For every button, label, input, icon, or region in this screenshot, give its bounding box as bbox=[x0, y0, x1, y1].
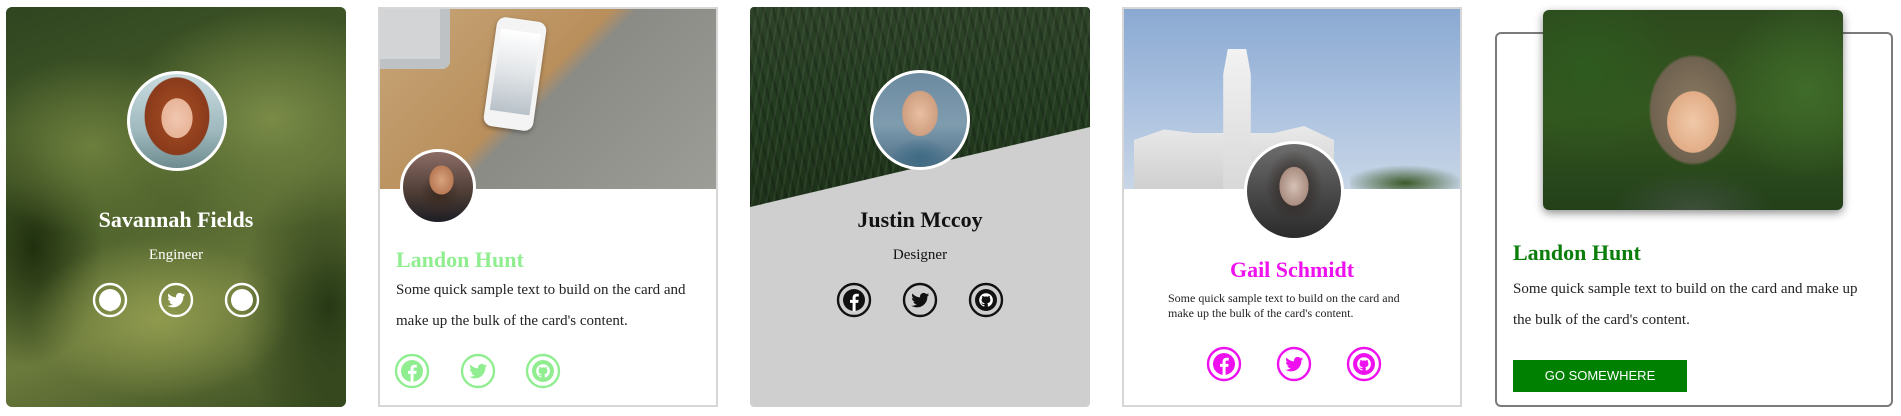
card-subtitle: Designer bbox=[892, 247, 948, 263]
profile-card-row: Savannah Fields Engineer Landon Hunt Som… bbox=[0, 0, 1901, 416]
github-icon[interactable] bbox=[968, 282, 1004, 318]
social-icons bbox=[6, 282, 346, 318]
avatar bbox=[400, 149, 476, 225]
card-image bbox=[1543, 10, 1843, 210]
card-text: Some quick sample text to build on the c… bbox=[396, 282, 686, 329]
avatar bbox=[870, 70, 970, 170]
social-icons bbox=[380, 353, 716, 389]
content-card-landon-hunt: Landon Hunt Some quick sample text to bu… bbox=[1495, 10, 1893, 407]
github-icon[interactable] bbox=[525, 353, 561, 389]
card-title: Savannah Fields bbox=[98, 207, 254, 232]
profile-card-landon-hunt: Landon Hunt Some quick sample text to bu… bbox=[378, 7, 718, 407]
twitter-icon[interactable] bbox=[158, 282, 194, 318]
card-title: Landon Hunt bbox=[396, 247, 524, 272]
card-title: Justin Mccoy bbox=[857, 207, 983, 232]
github-icon[interactable] bbox=[224, 282, 260, 318]
facebook-icon[interactable] bbox=[836, 282, 872, 318]
twitter-icon[interactable] bbox=[902, 282, 938, 318]
card-subtitle: Engineer bbox=[148, 247, 204, 263]
trees-image-detail bbox=[1350, 159, 1460, 189]
card-text: Some quick sample text to build on the c… bbox=[1168, 291, 1400, 320]
card-text: Some quick sample text to build on the c… bbox=[1513, 281, 1858, 328]
phone-image-detail bbox=[482, 16, 548, 132]
social-icons bbox=[1124, 346, 1460, 382]
github-icon[interactable] bbox=[1346, 346, 1382, 382]
avatar bbox=[127, 71, 227, 171]
go-somewhere-button[interactable]: Go somewhere bbox=[1513, 360, 1687, 392]
facebook-icon[interactable] bbox=[394, 353, 430, 389]
facebook-icon[interactable] bbox=[92, 282, 128, 318]
profile-card-justin-mccoy: Justin Mccoy Designer bbox=[750, 7, 1090, 407]
twitter-icon[interactable] bbox=[1276, 346, 1312, 382]
profile-card-savannah-fields: Savannah Fields Engineer bbox=[6, 7, 346, 407]
laptop-image-detail bbox=[380, 9, 450, 69]
card-title: Landon Hunt bbox=[1513, 240, 1641, 265]
profile-card-gail-schmidt: Gail Schmidt Some quick sample text to b… bbox=[1122, 7, 1462, 407]
facebook-icon[interactable] bbox=[1206, 346, 1242, 382]
avatar bbox=[1244, 141, 1344, 241]
twitter-icon[interactable] bbox=[460, 353, 496, 389]
card-title: Gail Schmidt bbox=[1229, 257, 1355, 282]
social-icons bbox=[750, 282, 1090, 318]
